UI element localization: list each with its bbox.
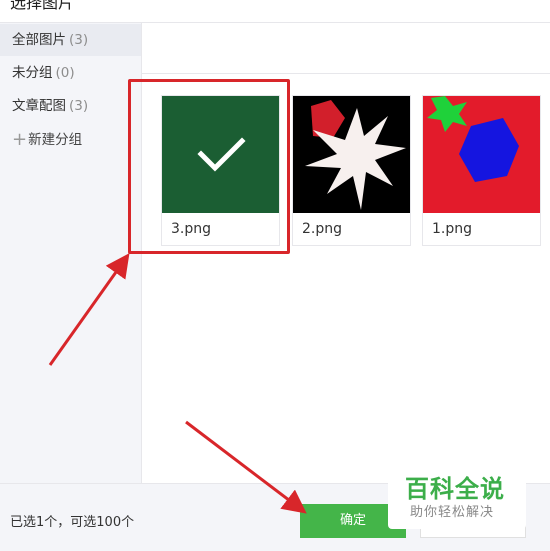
sidebar-item-all-images[interactable]: 全部图片 (3) <box>0 24 141 56</box>
sidebar-item-label: 未分组 <box>12 65 53 81</box>
image-card[interactable]: 1.png <box>422 95 541 246</box>
dialog-title: 选择图片 <box>10 0 75 12</box>
sidebar-item-count: (3) <box>69 98 89 114</box>
sidebar-item-article-images[interactable]: 文章配图 (3) <box>0 90 141 122</box>
selection-status: 已选1个，可选100个 <box>10 515 135 530</box>
dialog-titlebar: 选择图片 <box>0 0 550 23</box>
watermark-subtitle: 助你轻松解决 <box>410 505 495 520</box>
image-thumbnail <box>423 96 540 213</box>
group-sidebar: 全部图片 (3) 未分组 (0) 文章配图 (3) +新建分组 <box>0 23 142 483</box>
image-card[interactable]: 2.png <box>292 95 411 246</box>
watermark-title: 百科全说 <box>405 475 505 503</box>
image-filename: 2.png <box>302 221 343 237</box>
sidebar-item-label: 全部图片 <box>12 32 66 48</box>
sidebar-item-label: 文章配图 <box>12 98 66 114</box>
sidebar-item-ungrouped[interactable]: 未分组 (0) <box>0 57 141 89</box>
sidebar-item-count: (3) <box>69 32 89 48</box>
star-image-preview <box>293 96 410 213</box>
annotation-highlight-box <box>128 79 290 254</box>
plus-icon: + <box>12 129 28 150</box>
sidebar-item-count: (0) <box>55 65 75 81</box>
watermark-logo: 百科全说 助你轻松解决 <box>388 467 526 529</box>
image-thumbnail <box>293 96 410 213</box>
hexagon-image-preview <box>423 96 540 213</box>
content-toolbar <box>142 23 550 74</box>
new-group-button[interactable]: +新建分组 <box>0 123 141 155</box>
image-filename: 1.png <box>432 221 473 237</box>
new-group-label: 新建分组 <box>28 132 83 148</box>
